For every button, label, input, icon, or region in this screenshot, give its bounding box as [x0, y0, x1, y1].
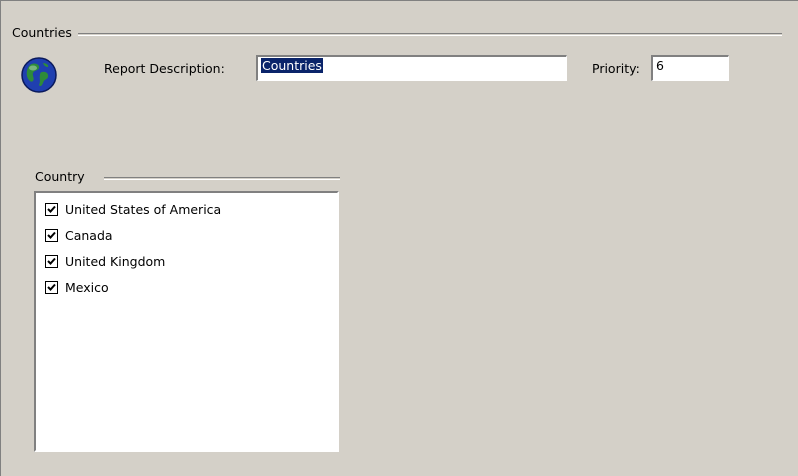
- list-item-label: United States of America: [65, 201, 222, 217]
- checkbox[interactable]: [45, 280, 58, 294]
- priority-label: Priority:: [592, 61, 640, 76]
- list-item-label: United Kingdom: [65, 253, 166, 269]
- priority-value: 6: [656, 58, 664, 73]
- list-item[interactable]: Canada: [45, 225, 113, 245]
- list-item[interactable]: United Kingdom: [45, 251, 165, 271]
- checkbox[interactable]: [45, 254, 58, 268]
- countries-group-title: Countries: [11, 25, 78, 40]
- checkmark-icon: [47, 257, 56, 265]
- countries-groupbox-line: [12, 33, 782, 36]
- country-groupbox-line: [104, 177, 340, 180]
- country-listbox[interactable]: United States of America Canada United K…: [34, 191, 339, 452]
- country-group-title: Country: [34, 169, 91, 184]
- list-item-label: Canada: [65, 227, 113, 243]
- list-item[interactable]: Mexico: [45, 277, 109, 297]
- report-description-label: Report Description:: [104, 61, 225, 76]
- list-item-label: Mexico: [65, 279, 109, 295]
- countries-panel: Countries Report Description: Countries …: [0, 0, 798, 476]
- list-item[interactable]: United States of America: [45, 199, 221, 219]
- report-description-input[interactable]: Countries: [256, 55, 567, 81]
- checkmark-icon: [47, 205, 56, 213]
- report-description-value: Countries: [261, 58, 323, 73]
- checkbox[interactable]: [45, 228, 58, 242]
- globe-icon: [20, 56, 58, 94]
- priority-input[interactable]: 6: [651, 55, 729, 81]
- checkbox[interactable]: [45, 202, 58, 216]
- checkmark-icon: [47, 283, 56, 291]
- checkmark-icon: [47, 231, 56, 239]
